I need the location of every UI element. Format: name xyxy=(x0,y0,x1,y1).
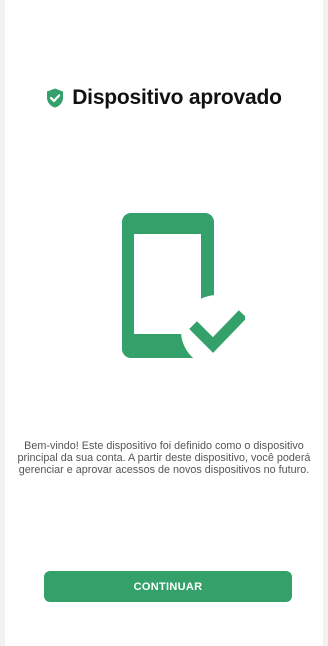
welcome-message: Bem-vindo! Este dispositivo foi definido… xyxy=(17,440,311,477)
continue-button[interactable]: CONTINUAR xyxy=(44,571,292,602)
page-header: Dispositivo aprovado xyxy=(5,86,323,110)
page-title: Dispositivo aprovado xyxy=(72,86,282,109)
phone-check-icon xyxy=(122,213,245,365)
shield-check-icon xyxy=(47,88,64,108)
approved-device-screen: Dispositivo aprovado Bem-vindo! Este dis… xyxy=(5,0,323,646)
